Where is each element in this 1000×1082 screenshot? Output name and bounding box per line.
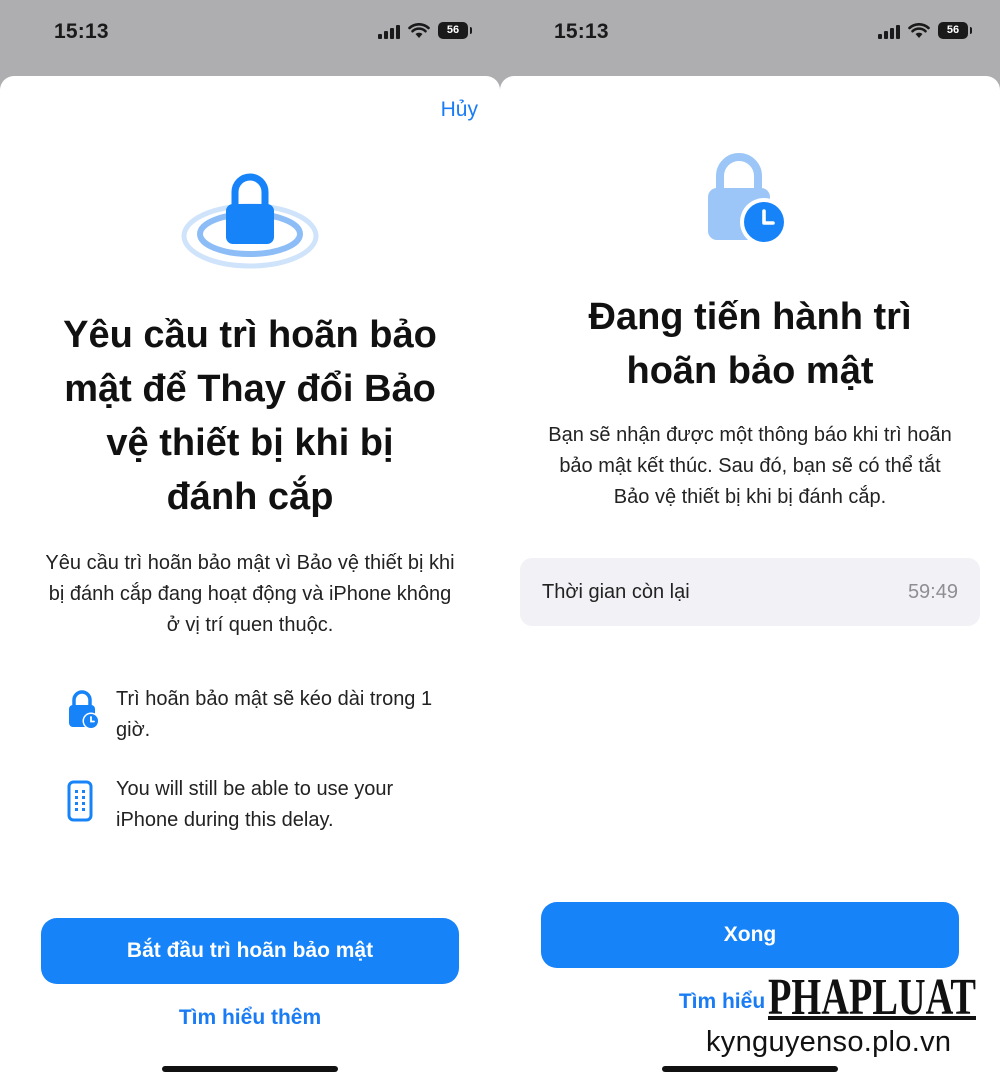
wifi-icon — [908, 22, 930, 38]
iphone-icon — [67, 780, 93, 822]
home-indicator — [662, 1066, 838, 1072]
start-security-delay-button[interactable]: Bắt đầu trì hoãn bảo mật — [41, 918, 459, 984]
status-time: 15:13 — [554, 20, 609, 43]
watermark-logo-text: PHAPLUAT — [768, 969, 976, 1024]
cancel-button[interactable]: Hủy — [441, 98, 478, 122]
time-remaining-label: Thời gian còn lại — [542, 580, 690, 603]
battery-icon: 56 — [938, 22, 972, 39]
cellular-signal-icon — [878, 23, 900, 39]
lock-clock-icon — [708, 153, 788, 246]
newspaper-logo-icon: PHAPLUAT — [768, 969, 976, 1024]
lock-clock-icon — [69, 690, 100, 730]
time-remaining-value: 59:49 — [907, 580, 958, 603]
page-title: Yêu cầu trì hoãn bảo mật để Thay đổi Bảo… — [63, 314, 437, 518]
security-delay-request-sheet: Hủy Yêu cầu trì hoãn bảo mật để Thay đổi… — [0, 76, 500, 1082]
cellular-signal-icon — [378, 23, 400, 39]
watermark-url: kynguyenso.plo.vn — [706, 1026, 952, 1058]
status-bar: 15:13 56 — [0, 0, 500, 70]
wifi-icon — [408, 22, 430, 38]
watermark-logo: PHAPLUAT — [766, 968, 980, 1024]
status-icons: 56 — [378, 22, 472, 39]
done-button[interactable]: Xong — [541, 902, 959, 968]
time-remaining-card: Thời gian còn lại 59:49 — [520, 558, 980, 626]
status-bar: 15:13 56 — [500, 0, 1000, 70]
status-icons: 56 — [878, 22, 972, 39]
feature-row-keep-using: You will still be able to use your iPhon… — [66, 774, 460, 836]
feature-row-delay-duration: Trì hoãn bảo mật sẽ kéo dài trong 1 giờ. — [66, 684, 460, 746]
feature-text: Trì hoãn bảo mật sẽ kéo dài trong 1 giờ. — [116, 688, 433, 741]
status-time: 15:13 — [54, 20, 109, 43]
right-screen: 15:13 56 Đang tiến hành trì hoãn bảo mật — [500, 0, 1000, 1082]
learn-more-link[interactable]: Tìm hiểu thêm — [0, 1006, 500, 1030]
page-description: Bạn sẽ nhận được một thông báo khi trì h… — [548, 424, 952, 508]
left-screen: 15:13 56 Hủy Yêu cầu trì hoãn bảo mật để… — [0, 0, 500, 1082]
security-delay-in-progress-sheet: Đang tiến hành trì hoãn bảo mật Bạn sẽ n… — [500, 76, 1000, 1082]
page-title: Đang tiến hành trì hoãn bảo mật — [588, 296, 912, 392]
battery-icon: 56 — [438, 22, 472, 39]
home-indicator — [162, 1066, 338, 1072]
page-description: Yêu cầu trì hoãn bảo mật vì Bảo vệ thiết… — [45, 552, 455, 636]
lock-rings-icon — [181, 173, 319, 269]
feature-text: You will still be able to use your iPhon… — [116, 778, 394, 831]
